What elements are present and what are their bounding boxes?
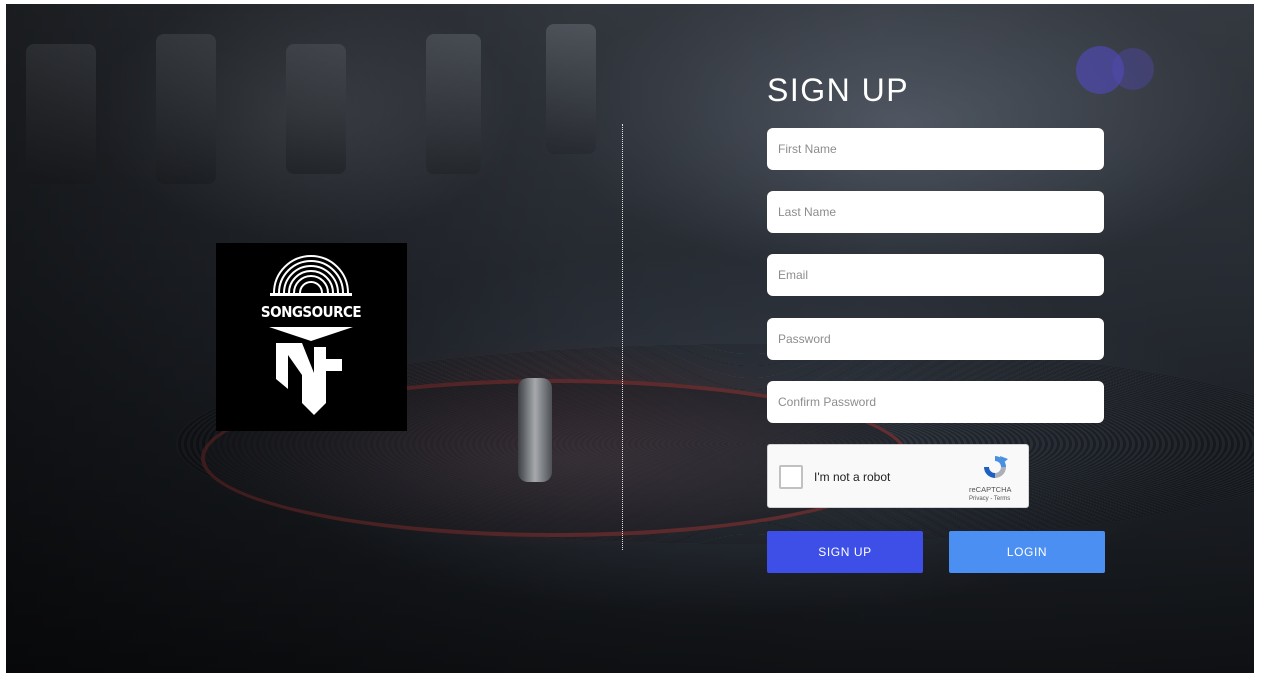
confirm-password-field[interactable]	[767, 381, 1104, 423]
last-name-field[interactable]	[767, 191, 1104, 233]
songsource-logo-icon: SONGSOURCE	[261, 255, 362, 415]
recaptcha-icon	[984, 456, 1008, 478]
recaptcha-widget: I'm not a robot reCAPTCHA Privacy - Term…	[767, 444, 1029, 508]
first-name-field[interactable]	[767, 128, 1104, 170]
recaptcha-checkbox[interactable]	[779, 465, 803, 489]
email-field[interactable]	[767, 254, 1104, 296]
password-field[interactable]	[767, 318, 1104, 360]
brand-name: SONGSOURCE	[261, 303, 361, 321]
vertical-divider	[622, 124, 623, 550]
recaptcha-links[interactable]: Privacy - Terms	[969, 496, 1010, 502]
recaptcha-label: I'm not a robot	[814, 470, 891, 484]
page-title: SIGN UP	[767, 72, 910, 108]
recaptcha-brand: reCAPTCHA	[969, 485, 1012, 494]
sign-up-button[interactable]: SIGN UP	[767, 531, 923, 573]
login-button[interactable]: LOGIN	[949, 531, 1105, 573]
brand-logo: SONGSOURCE	[216, 243, 407, 431]
